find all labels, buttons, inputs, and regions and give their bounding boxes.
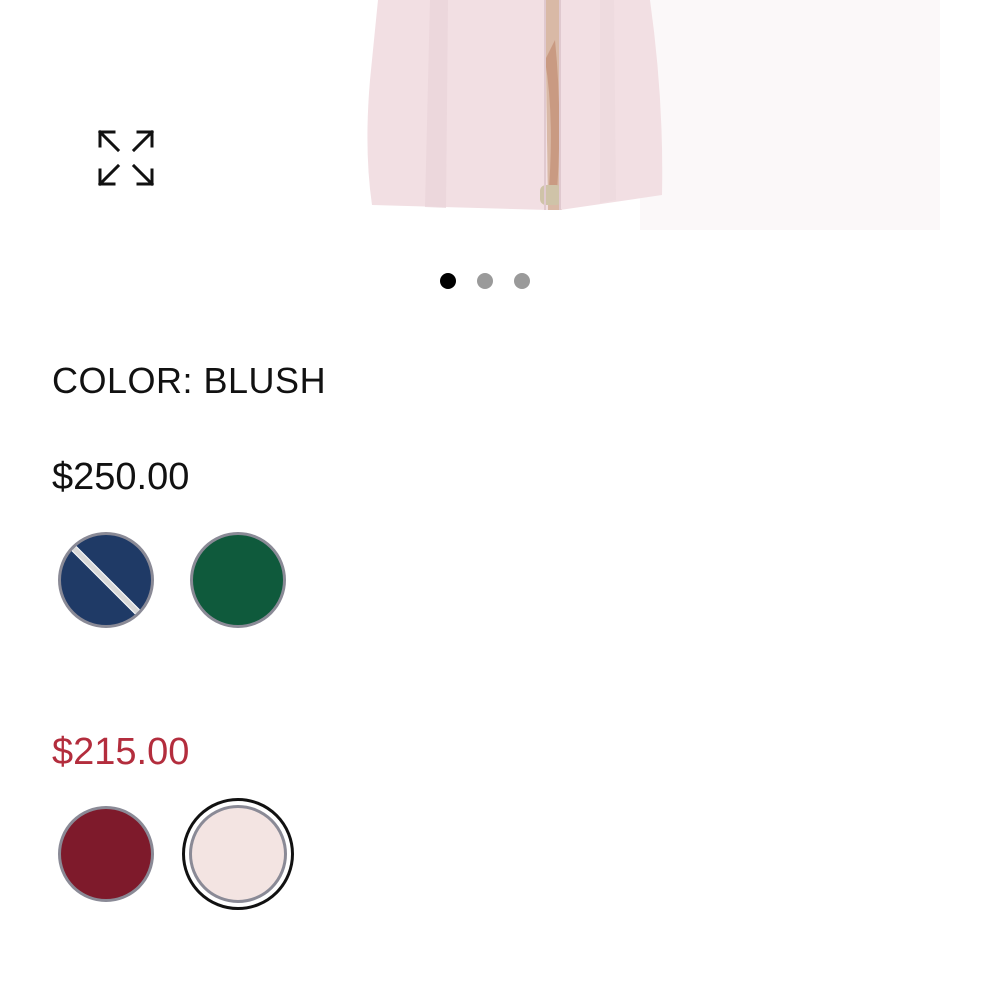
unavailable-slash-icon [61,535,151,625]
price-regular: $250.00 [52,456,190,498]
price-sale: $215.00 [52,731,190,773]
product-image-carousel[interactable] [0,0,1000,240]
color-swatch-green[interactable] [190,532,286,628]
color-swatch-burgundy[interactable] [58,806,154,902]
color-swatch-blush-selected[interactable] [182,798,294,910]
selected-color-label: COLOR: BLUSH [52,360,327,401]
carousel-dot-2[interactable] [477,273,493,289]
color-swatch-blush [189,805,287,903]
carousel-dot-3[interactable] [514,273,530,289]
swatch-group-regular [58,532,286,628]
product-photo [367,0,940,230]
expand-image-button[interactable] [92,124,160,192]
color-swatch-navy-unavailable[interactable] [58,532,154,628]
expand-arrows-icon [97,129,155,187]
swatch-group-sale [58,798,294,910]
carousel-pagination [440,273,530,291]
carousel-dot-1[interactable] [440,273,456,289]
